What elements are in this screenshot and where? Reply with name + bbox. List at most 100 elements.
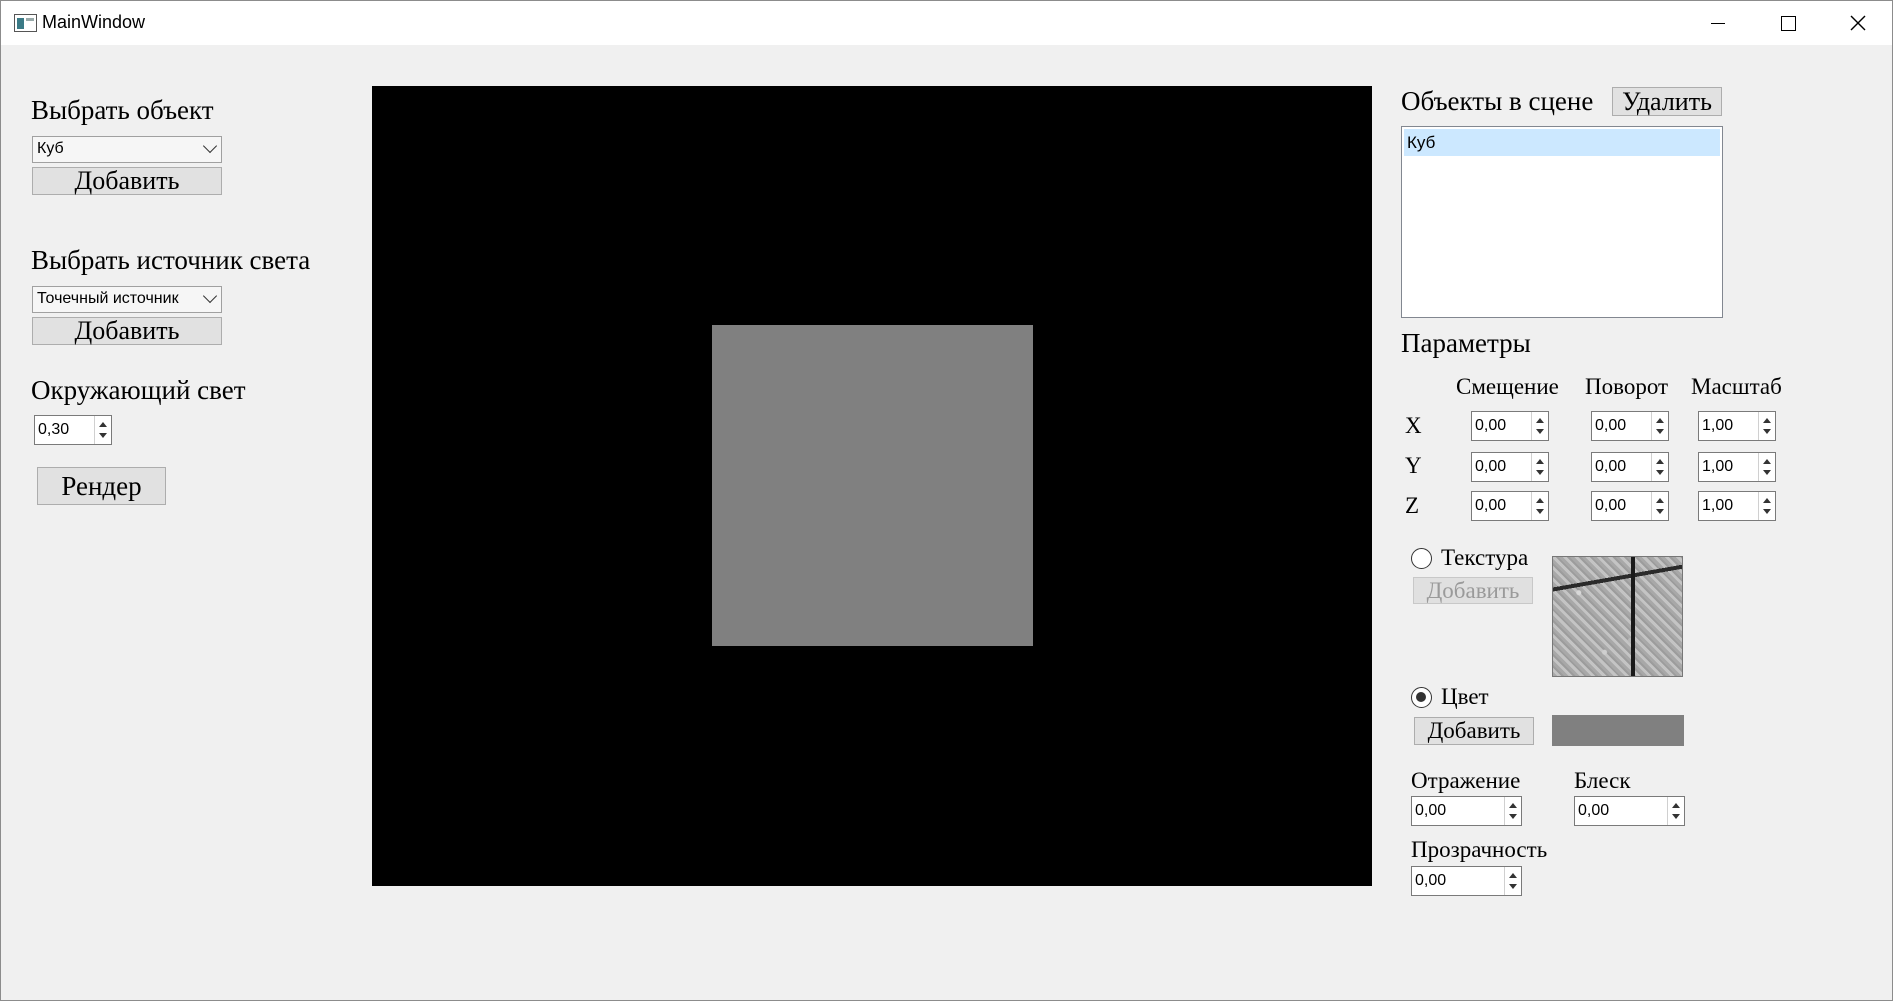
axis-label-y: Y — [1405, 453, 1422, 478]
spin-down-icon[interactable] — [1656, 429, 1664, 434]
scale-y-value: 1,00 — [1702, 458, 1734, 475]
main-window: MainWindow Выбрать объект Куб Добавить В… — [0, 0, 1893, 1001]
add-color-button[interactable]: Добавить — [1414, 717, 1534, 745]
spin-up-icon[interactable] — [1656, 498, 1664, 503]
spin-up-icon[interactable] — [1536, 418, 1544, 423]
spin-down-icon[interactable] — [1536, 470, 1544, 475]
spin-up-icon[interactable] — [99, 422, 107, 427]
spin-down-icon[interactable] — [99, 433, 107, 438]
spin-down-icon[interactable] — [1656, 509, 1664, 514]
offset-z-spinbox[interactable]: 0,00 — [1471, 491, 1549, 521]
list-item[interactable]: Куб — [1404, 129, 1720, 156]
texture-radio[interactable] — [1411, 548, 1432, 569]
minimize-icon — [1711, 22, 1725, 24]
spin-arrows[interactable] — [1531, 492, 1548, 520]
render-viewport[interactable] — [372, 86, 1372, 886]
spin-up-icon[interactable] — [1672, 803, 1680, 808]
minimize-button[interactable] — [1683, 1, 1753, 45]
spin-arrows[interactable] — [1504, 867, 1521, 895]
spin-arrows[interactable] — [1651, 453, 1668, 481]
shine-value: 0,00 — [1578, 802, 1610, 819]
object-combo-value: Куб — [37, 140, 64, 157]
spin-arrows[interactable] — [1651, 492, 1668, 520]
scale-column-header: Масштаб — [1691, 374, 1782, 399]
add-texture-button[interactable]: Добавить — [1413, 577, 1533, 604]
spin-arrows[interactable] — [1758, 492, 1775, 520]
object-combo[interactable]: Куб — [32, 136, 222, 163]
spin-down-icon[interactable] — [1509, 884, 1517, 889]
light-combo[interactable]: Точечный источник — [32, 286, 222, 313]
spin-arrows[interactable] — [94, 416, 111, 444]
spin-up-icon[interactable] — [1656, 459, 1664, 464]
spin-down-icon[interactable] — [1763, 509, 1771, 514]
axis-label-x: X — [1405, 413, 1422, 438]
transparency-label: Прозрачность — [1411, 837, 1548, 862]
spin-up-icon[interactable] — [1509, 803, 1517, 808]
spin-up-icon[interactable] — [1763, 459, 1771, 464]
color-radio[interactable] — [1411, 687, 1432, 708]
delete-button[interactable]: Удалить — [1612, 87, 1722, 116]
spin-up-icon[interactable] — [1509, 873, 1517, 878]
spin-arrows[interactable] — [1651, 412, 1668, 440]
offset-y-spinbox[interactable]: 0,00 — [1471, 452, 1549, 482]
ambient-light-spinbox[interactable]: 0,30 — [34, 415, 112, 445]
app-icon — [14, 14, 37, 32]
reflection-spinbox[interactable]: 0,00 — [1411, 796, 1522, 826]
spin-down-icon[interactable] — [1763, 429, 1771, 434]
light-combo-value: Точечный источник — [37, 290, 179, 307]
shine-label: Блеск — [1574, 768, 1631, 793]
ambient-light-value: 0,30 — [38, 421, 70, 438]
rendered-cube — [712, 325, 1033, 646]
scale-y-spinbox[interactable]: 1,00 — [1698, 452, 1776, 482]
spin-up-icon[interactable] — [1763, 498, 1771, 503]
offset-x-spinbox[interactable]: 0,00 — [1471, 411, 1549, 441]
rotation-z-spinbox[interactable]: 0,00 — [1591, 491, 1669, 521]
spin-up-icon[interactable] — [1656, 418, 1664, 423]
spin-up-icon[interactable] — [1763, 418, 1771, 423]
title-bar: MainWindow — [1, 1, 1892, 45]
scale-z-value: 1,00 — [1702, 497, 1734, 514]
add-object-button[interactable]: Добавить — [32, 166, 222, 195]
color-swatch[interactable] — [1552, 715, 1684, 746]
spin-up-icon[interactable] — [1536, 459, 1544, 464]
offset-column-header: Смещение — [1456, 374, 1559, 399]
params-title: Параметры — [1401, 328, 1531, 358]
close-icon — [1850, 15, 1866, 31]
rotation-y-spinbox[interactable]: 0,00 — [1591, 452, 1669, 482]
spin-arrows[interactable] — [1504, 797, 1521, 825]
spin-down-icon[interactable] — [1763, 470, 1771, 475]
transparency-value: 0,00 — [1415, 872, 1447, 889]
spin-down-icon[interactable] — [1509, 814, 1517, 819]
render-button[interactable]: Рендер — [37, 467, 166, 505]
maximize-icon — [1780, 15, 1796, 31]
reflection-value: 0,00 — [1415, 802, 1447, 819]
spin-up-icon[interactable] — [1536, 498, 1544, 503]
window-title: MainWindow — [42, 12, 146, 32]
scale-x-spinbox[interactable]: 1,00 — [1698, 411, 1776, 441]
rotation-x-spinbox[interactable]: 0,00 — [1591, 411, 1669, 441]
spin-arrows[interactable] — [1531, 453, 1548, 481]
axis-label-z: Z — [1405, 493, 1420, 518]
spin-down-icon[interactable] — [1536, 509, 1544, 514]
spin-down-icon[interactable] — [1656, 470, 1664, 475]
rotation-column-header: Поворот — [1585, 374, 1669, 399]
scale-x-value: 1,00 — [1702, 417, 1734, 434]
rotation-x-value: 0,00 — [1595, 417, 1627, 434]
close-button[interactable] — [1823, 1, 1893, 45]
object-select-title: Выбрать объект — [31, 95, 214, 125]
spin-arrows[interactable] — [1531, 412, 1548, 440]
texture-label: Текстура — [1441, 545, 1529, 570]
spin-arrows[interactable] — [1667, 797, 1684, 825]
spin-down-icon[interactable] — [1672, 814, 1680, 819]
scale-z-spinbox[interactable]: 1,00 — [1698, 491, 1776, 521]
maximize-button[interactable] — [1753, 1, 1823, 45]
scene-objects-list[interactable]: Куб — [1401, 126, 1723, 318]
offset-z-value: 0,00 — [1475, 497, 1507, 514]
spin-down-icon[interactable] — [1536, 429, 1544, 434]
shine-spinbox[interactable]: 0,00 — [1574, 796, 1685, 826]
spin-arrows[interactable] — [1758, 453, 1775, 481]
add-light-button[interactable]: Добавить — [32, 316, 222, 345]
spin-arrows[interactable] — [1758, 412, 1775, 440]
ambient-light-title: Окружающий свет — [31, 375, 246, 405]
transparency-spinbox[interactable]: 0,00 — [1411, 866, 1522, 896]
